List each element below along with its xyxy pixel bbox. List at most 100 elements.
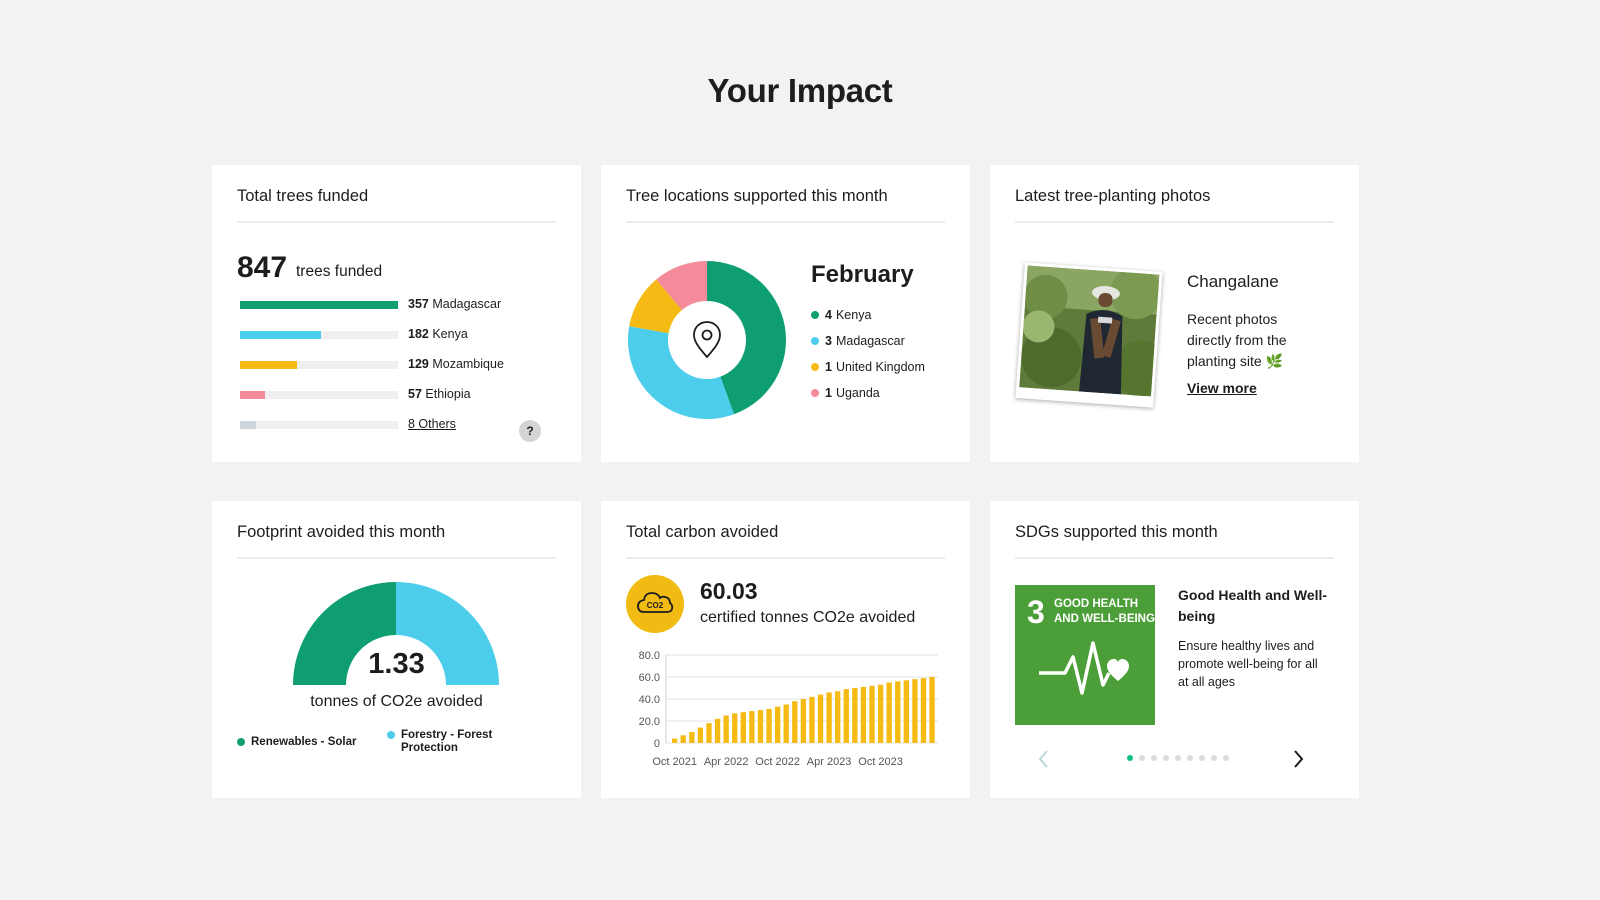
carbon-bar [723, 715, 729, 743]
view-more-link[interactable]: View more [1187, 380, 1257, 396]
carbon-value: 60.03 [700, 578, 758, 604]
sdg-heading: Good Health and Well-being [1178, 587, 1328, 624]
legend-solar-label: Renewables - Solar [251, 736, 357, 748]
carbon-bar [929, 677, 935, 743]
pagination-dot[interactable] [1223, 755, 1229, 761]
legend-count: 3 [825, 334, 832, 348]
legend-forestry: Forestry - Forest Protection [387, 729, 511, 755]
legend-forestry-label: Forestry - Forest Protection [401, 729, 493, 754]
sdg-description: Ensure healthy lives and promote well-be… [1178, 639, 1318, 689]
x-tick-label: Apr 2022 [704, 756, 749, 768]
others-link: 8 Others [408, 417, 456, 431]
photo-location: Changalane [1187, 272, 1279, 291]
legend-item: 4 Kenya [811, 302, 925, 328]
legend-item: 1 Uganda [811, 380, 925, 406]
x-tick-label: Apr 2023 [807, 756, 852, 768]
bar-track [240, 361, 398, 369]
tree-bar-row: 357 Madagascar [240, 297, 560, 311]
carbon-bar [766, 708, 772, 743]
legend-dot [811, 311, 819, 319]
tree-bar-row: 129 Mozambique [240, 357, 560, 371]
carbon-bar [680, 735, 686, 743]
carbon-bar [672, 738, 678, 743]
carbon-bar [903, 680, 909, 743]
carbon-bar [852, 688, 858, 743]
carbon-bar [689, 732, 695, 743]
pagination-dot[interactable] [1175, 755, 1181, 761]
legend-solar: Renewables - Solar [237, 736, 356, 749]
carbon-bar [792, 701, 798, 743]
legend-dot [811, 337, 819, 345]
footprint-value: 1.33 [368, 648, 425, 680]
carbon-card: Total carbon avoided CO2 60.03 certified… [601, 501, 970, 798]
locations-legend: 4 Kenya 3 Madagascar 1 United Kingdom 1 Uganda [811, 302, 925, 406]
carbon-bar [843, 689, 849, 743]
legend-dot [811, 363, 819, 371]
carbon-bar [860, 686, 867, 743]
sdg-tile-text-2: AND WELL-BEING [1054, 613, 1155, 625]
legend-label: Kenya [835, 308, 872, 322]
divider [237, 557, 556, 559]
carbon-bar [817, 694, 824, 743]
divider [626, 221, 945, 223]
legend-label: Madagascar [835, 334, 905, 348]
bar-label: 182 Kenya [408, 327, 468, 341]
bar-fill [240, 361, 297, 369]
legend-dot [811, 389, 819, 397]
legend-label: United Kingdom [835, 360, 925, 374]
carbon-bar [740, 712, 746, 743]
legend-dot [387, 731, 395, 739]
carbon-bar [783, 704, 789, 743]
bar-track [240, 391, 398, 399]
bar-label[interactable]: 8 Others [408, 417, 456, 431]
bar-label: 357 Madagascar [408, 297, 502, 311]
bar-label: 129 Mozambique [408, 357, 504, 371]
pagination-dot[interactable] [1163, 755, 1169, 761]
carbon-bar [877, 684, 884, 743]
x-tick-label: Oct 2021 [652, 756, 697, 768]
carbon-bar [774, 706, 781, 743]
sdg-tile-text-1: GOOD HEALTH [1054, 598, 1138, 610]
card-title: Footprint avoided this month [237, 523, 446, 541]
sdg-card: SDGs supported this month 3 GOOD HEALTH … [990, 501, 1359, 798]
bar-track [240, 421, 398, 429]
pagination-dot[interactable] [1211, 755, 1217, 761]
carbon-unit: certified tonnes CO2e avoided [700, 609, 916, 626]
card-title: SDGs supported this month [1015, 523, 1218, 541]
card-title: Tree locations supported this month [626, 187, 888, 205]
photos-card: Latest tree-planting photos Changalane R… [990, 165, 1359, 462]
y-tick-label: 80.0 [639, 650, 660, 662]
carbon-bar [697, 727, 704, 743]
carbon-bar [912, 679, 918, 743]
help-icon[interactable]: ? [519, 420, 541, 442]
carbon-bar [706, 723, 712, 743]
legend-count: 4 [825, 308, 832, 322]
chevron-right-icon[interactable] [1289, 748, 1307, 770]
divider [237, 221, 556, 223]
pagination-dot[interactable] [1139, 755, 1145, 761]
tree-bar-row: 8 Others [240, 417, 560, 431]
planting-photo[interactable] [1015, 262, 1163, 408]
month-label: February [811, 261, 914, 288]
pagination-dot[interactable] [1187, 755, 1193, 761]
divider [1015, 221, 1334, 223]
chevron-left-icon[interactable] [1035, 748, 1053, 770]
legend-dot [237, 738, 245, 746]
pagination-dot[interactable] [1199, 755, 1205, 761]
legend-count: 1 [825, 386, 832, 400]
co2-cloud-icon: CO2 [626, 575, 684, 633]
card-title: Total carbon avoided [626, 523, 779, 541]
y-tick-label: 60.0 [639, 672, 660, 684]
legend-label: Uganda [835, 386, 880, 400]
y-tick-label: 0 [654, 738, 660, 750]
planting-photo-image [1019, 265, 1160, 397]
locations-donut-chart [628, 261, 786, 419]
carbon-bar [757, 710, 764, 743]
trees-card: Total trees funded 847 trees funded 357 … [212, 165, 581, 462]
carbon-bar [920, 678, 927, 743]
bar-fill [240, 331, 321, 339]
pagination-dot[interactable] [1127, 755, 1133, 761]
pagination-dot[interactable] [1151, 755, 1157, 761]
trees-unit: trees funded [296, 263, 383, 280]
carbon-bar [826, 692, 832, 743]
